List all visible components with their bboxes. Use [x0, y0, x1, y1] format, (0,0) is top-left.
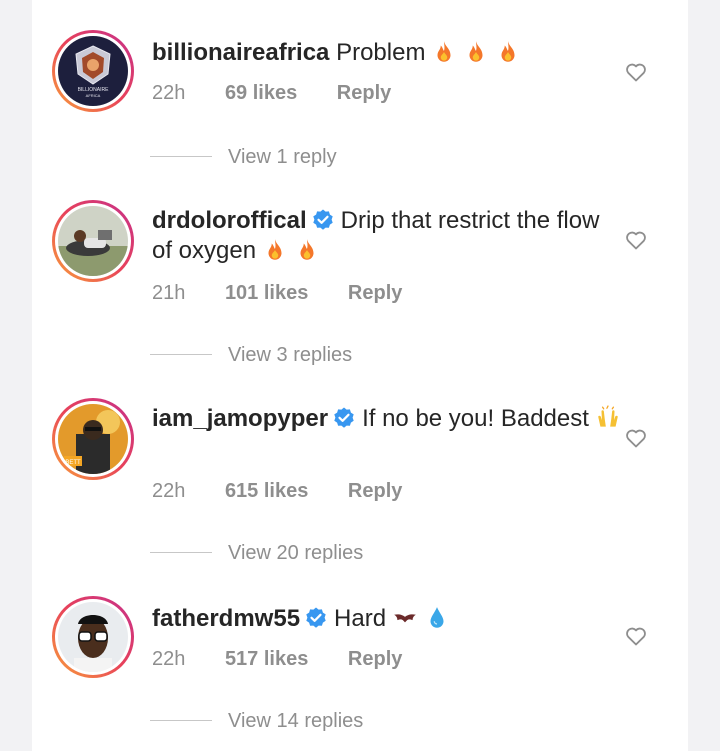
view-replies-button[interactable]: View 20 replies	[150, 542, 363, 565]
like-heart-icon[interactable]	[624, 228, 648, 252]
svg-text:BETT: BETT	[65, 460, 81, 466]
view-replies-button[interactable]: View 1 reply	[150, 146, 337, 169]
comment-likes[interactable]: 517 likes	[225, 648, 308, 670]
svg-text:AFRICA: AFRICA	[86, 93, 101, 98]
reply-button[interactable]: Reply	[348, 282, 402, 304]
avatar[interactable]	[52, 200, 134, 282]
billionaireafrica-logo: BILLIONAIRE AFRICA	[58, 36, 128, 106]
comment-body: iam_jamopyper If no be you! Baddest	[152, 404, 622, 434]
view-replies-button[interactable]: View 14 replies	[150, 710, 363, 733]
comment-likes[interactable]: 101 likes	[225, 282, 308, 304]
reply-button[interactable]: Reply	[348, 648, 402, 670]
comment-text: Hard	[334, 605, 387, 632]
divider-line	[150, 720, 212, 721]
fire-icon	[495, 39, 521, 65]
fire-icon	[463, 39, 489, 65]
verified-badge-icon	[332, 406, 356, 430]
comment-likes[interactable]: 615 likes	[225, 480, 308, 502]
comment-meta: 22h 517 likes Reply	[152, 648, 436, 671]
fire-icon	[294, 237, 320, 263]
reply-button[interactable]: Reply	[337, 82, 391, 104]
drdolor-avatar-photo	[58, 206, 128, 276]
like-heart-icon[interactable]	[624, 426, 648, 450]
avatar[interactable]	[52, 596, 134, 678]
reply-button[interactable]: Reply	[348, 480, 402, 502]
raising-hands-icon	[595, 405, 621, 431]
droplet-icon	[424, 605, 450, 631]
comment-body: drdoloroffical Drip that restrict the flo…	[152, 206, 622, 266]
comment-username[interactable]: drdoloroffical	[152, 207, 307, 234]
comment-meta: 22h 69 likes Reply	[152, 82, 425, 105]
verified-badge-icon	[311, 208, 335, 232]
verified-badge-icon	[304, 606, 328, 630]
comment-text: Problem	[336, 39, 426, 66]
comment-body: fatherdmw55 Hard	[152, 604, 622, 634]
comment-time: 22h	[152, 648, 186, 670]
comment-meta: 21h 101 likes Reply	[152, 282, 436, 305]
fire-icon	[431, 39, 457, 65]
bat-icon	[392, 605, 418, 631]
view-replies-button[interactable]: View 3 replies	[150, 344, 352, 367]
comment-username[interactable]: billionaireafrica	[152, 39, 329, 66]
comment-likes[interactable]: 69 likes	[225, 82, 297, 104]
avatar[interactable]: BILLIONAIRE AFRICA	[52, 30, 134, 112]
divider-line	[150, 156, 212, 157]
iam-jamopyper-avatar-photo: BETT	[58, 404, 128, 474]
fire-icon	[262, 237, 288, 263]
view-replies-label: View 20 replies	[228, 542, 364, 564]
view-replies-label: View 1 reply	[228, 146, 337, 168]
comment-text: If no be you! Baddest	[362, 405, 589, 432]
like-heart-icon[interactable]	[624, 60, 648, 84]
comments-panel: BILLIONAIRE AFRICA billionaireafrica Pro…	[32, 0, 688, 751]
view-replies-label: View 14 replies	[228, 710, 364, 732]
comment-username[interactable]: iam_jamopyper	[152, 405, 328, 432]
comment-username[interactable]: fatherdmw55	[152, 605, 300, 632]
view-replies-label: View 3 replies	[228, 344, 353, 366]
comment-time: 21h	[152, 282, 186, 304]
avatar[interactable]: BETT	[52, 398, 134, 480]
comment-meta: 22h 615 likes Reply	[152, 480, 436, 503]
comment-time: 22h	[152, 480, 186, 502]
like-heart-icon[interactable]	[624, 624, 648, 648]
comment-body: billionaireafrica Problem	[152, 38, 622, 68]
comment-time: 22h	[152, 82, 186, 104]
fatherdmw55-avatar-photo	[58, 602, 128, 672]
divider-line	[150, 552, 212, 553]
divider-line	[150, 354, 212, 355]
